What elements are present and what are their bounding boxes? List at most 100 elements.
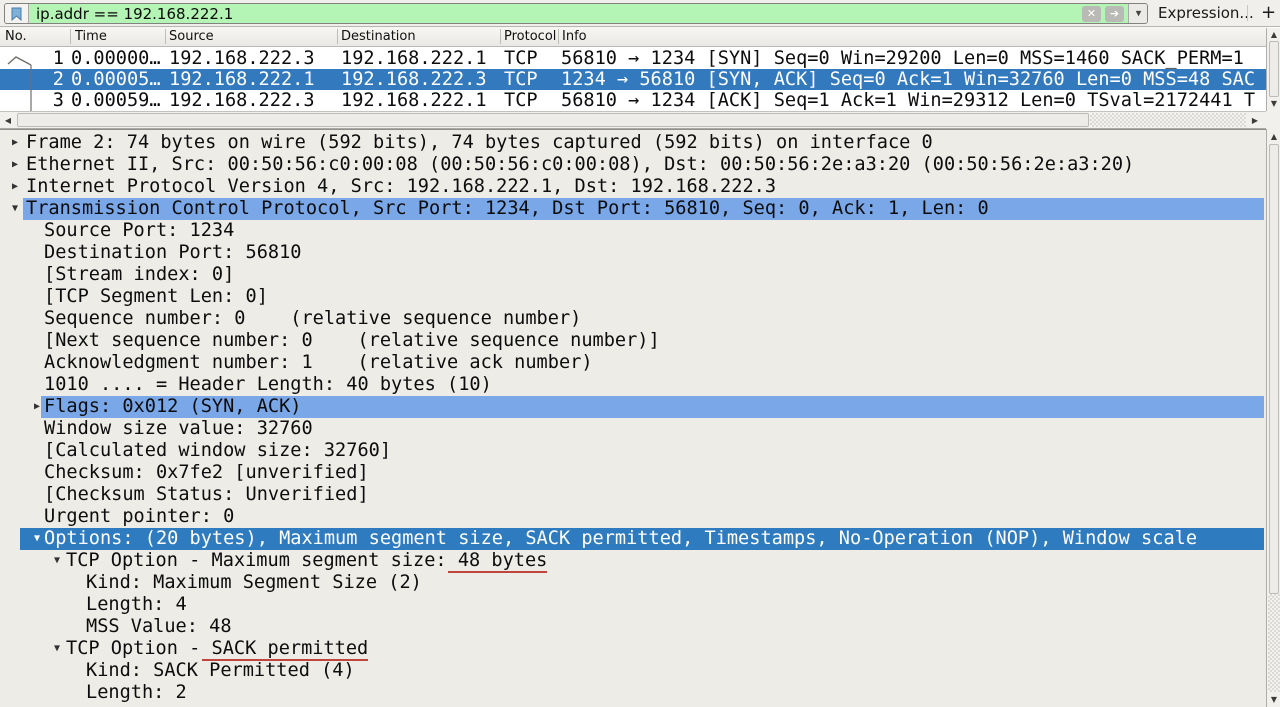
- detail-text: TCP Option - Maximum segment size: 48 by…: [66, 550, 547, 572]
- cell-info: 56810 → 1234 [SYN] Seq=0 Win=29200 Len=0…: [561, 48, 1244, 69]
- vscroll-thumb[interactable]: [1269, 144, 1279, 594]
- detail-line[interactable]: Checksum: 0x7fe2 [unverified]: [0, 462, 1266, 484]
- detail-line[interactable]: MSS Value: 48: [0, 616, 1266, 638]
- filter-history-dropdown[interactable]: ▼: [1128, 4, 1147, 23]
- detail-line[interactable]: [Stream index: 0]: [0, 264, 1266, 286]
- vscroll-trough[interactable]: [1268, 594, 1280, 692]
- scrollbar-corner: [1266, 111, 1280, 129]
- detail-line[interactable]: Kind: Maximum Segment Size (2): [0, 572, 1266, 594]
- packet-details-pane: ▶Frame 2: 74 bytes on wire (592 bits), 7…: [0, 129, 1266, 707]
- detail-line[interactable]: ▼Transmission Control Protocol, Src Port…: [0, 198, 1266, 220]
- packet-row[interactable]: 30.00059…192.168.222.3192.168.222.1TCP56…: [0, 90, 1266, 111]
- apply-arrow-icon: ➔: [1110, 8, 1119, 19]
- hscroll-thumb[interactable]: [17, 113, 1089, 127]
- packet-list-vscrollbar[interactable]: ▲ ▼: [1266, 28, 1280, 111]
- hscroll-trough[interactable]: [1090, 113, 1246, 127]
- detail-line[interactable]: Window size value: 32760: [0, 418, 1266, 440]
- cell-source: 192.168.222.3: [169, 90, 315, 111]
- detail-line[interactable]: ▶Flags: 0x012 (SYN, ACK): [0, 396, 1266, 418]
- detail-line[interactable]: Sequence number: 0 (relative sequence nu…: [0, 308, 1266, 330]
- detail-line[interactable]: 1010 .... = Header Length: 40 bytes (10): [0, 374, 1266, 396]
- display-filter-input[interactable]: ip.addr == 192.168.222.1: [29, 5, 1082, 23]
- cell-time: 0.00000…: [71, 48, 161, 69]
- filter-clear-button[interactable]: ✕: [1082, 6, 1101, 22]
- column-header-info[interactable]: Info: [562, 27, 587, 46]
- detail-line[interactable]: [Next sequence number: 0 (relative seque…: [0, 330, 1266, 352]
- cell-protocol: TCP: [504, 69, 538, 90]
- scroll-up-icon[interactable]: ▲: [1268, 130, 1280, 143]
- detail-text: Window size value: 32760: [44, 418, 313, 440]
- column-header-no[interactable]: No.: [5, 27, 27, 46]
- detail-text: Ethernet II, Src: 00:50:56:c0:00:08 (00:…: [26, 154, 1134, 176]
- detail-line[interactable]: ▶Internet Protocol Version 4, Src: 192.1…: [0, 176, 1266, 198]
- column-divider[interactable]: [500, 29, 501, 44]
- column-divider[interactable]: [165, 29, 166, 44]
- detail-line[interactable]: ▼TCP Option - SACK permitted: [0, 638, 1266, 660]
- detail-line[interactable]: Urgent pointer: 0: [0, 506, 1266, 528]
- scroll-left-icon[interactable]: ◀: [0, 112, 16, 128]
- details-vscrollbar[interactable]: ▲ ▼: [1266, 129, 1280, 707]
- detail-line[interactable]: ▶Ethernet II, Src: 00:50:56:c0:00:08 (00…: [0, 154, 1266, 176]
- scroll-right-icon[interactable]: ▶: [1247, 112, 1263, 128]
- detail-line[interactable]: Length: 4: [0, 594, 1266, 616]
- column-divider[interactable]: [337, 29, 338, 44]
- display-filter-combo[interactable]: ip.addr == 192.168.222.1 ✕ ➔ ▼: [4, 3, 1148, 24]
- expander-closed-icon[interactable]: ▶: [8, 132, 22, 154]
- detail-line[interactable]: Length: 2: [0, 682, 1266, 704]
- packet-row[interactable]: 10.00000…192.168.222.3192.168.222.1TCP56…: [0, 48, 1266, 69]
- detail-text: [Checksum Status: Unverified]: [44, 484, 369, 506]
- add-filter-button[interactable]: +: [1256, 0, 1280, 26]
- expander-open-icon[interactable]: ▼: [8, 198, 22, 220]
- detail-line[interactable]: [Checksum Status: Unverified]: [0, 484, 1266, 506]
- filter-bookmark-button[interactable]: [5, 4, 29, 23]
- bookmark-icon: [11, 7, 22, 21]
- expander-open-icon[interactable]: ▼: [50, 550, 64, 572]
- column-header-source[interactable]: Source: [169, 27, 214, 46]
- detail-text: [Calculated window size: 32760]: [44, 440, 391, 462]
- detail-text: TCP Option - SACK permitted: [66, 638, 368, 660]
- detail-text: [TCP Segment Len: 0]: [44, 286, 268, 308]
- cell-source: 192.168.222.1: [169, 69, 315, 90]
- detail-text: [Next sequence number: 0 (relative seque…: [44, 330, 660, 352]
- detail-line[interactable]: [TCP Segment Len: 0]: [0, 286, 1266, 308]
- packet-row[interactable]: 20.00005…192.168.222.1192.168.222.3TCP12…: [0, 69, 1266, 90]
- cell-info: 1234 → 56810 [SYN, ACK] Seq=0 Ack=1 Win=…: [561, 69, 1255, 90]
- detail-line[interactable]: Kind: SACK Permitted (4): [0, 660, 1266, 682]
- detail-text: Internet Protocol Version 4, Src: 192.16…: [26, 176, 776, 198]
- cell-destination: 192.168.222.1: [341, 90, 487, 111]
- scroll-down-icon[interactable]: ▼: [1268, 97, 1280, 110]
- detail-line[interactable]: Acknowledgment number: 1 (relative ack n…: [0, 352, 1266, 374]
- column-header-time[interactable]: Time: [75, 27, 107, 46]
- expander-open-icon[interactable]: ▼: [50, 638, 64, 660]
- column-divider[interactable]: [70, 29, 71, 44]
- column-header-destination[interactable]: Destination: [341, 27, 416, 46]
- detail-line[interactable]: ▼Options: (20 bytes), Maximum segment si…: [0, 528, 1266, 550]
- packet-list: 10.00000…192.168.222.3192.168.222.1TCP56…: [0, 48, 1266, 111]
- linked-field[interactable]: SACK permitted: [202, 638, 369, 661]
- detail-line[interactable]: ▶Frame 2: 74 bytes on wire (592 bits), 7…: [0, 132, 1266, 154]
- vscroll-thumb[interactable]: [1269, 41, 1279, 97]
- cell-no: 3: [0, 90, 64, 111]
- detail-text: Urgent pointer: 0: [44, 506, 234, 528]
- scroll-down-icon[interactable]: ▼: [1268, 692, 1280, 706]
- scroll-up-icon[interactable]: ▲: [1268, 28, 1280, 41]
- detail-line[interactable]: Destination Port: 56810: [0, 242, 1266, 264]
- detail-text: [Stream index: 0]: [44, 264, 234, 286]
- expander-closed-icon[interactable]: ▶: [8, 176, 22, 198]
- detail-line[interactable]: [Calculated window size: 32760]: [0, 440, 1266, 462]
- cell-destination: 192.168.222.1: [341, 48, 487, 69]
- expression-button[interactable]: Expression...: [1158, 0, 1254, 26]
- column-divider[interactable]: [558, 29, 559, 44]
- detail-text: Length: 2: [86, 682, 187, 704]
- detail-text: MSS Value: 48: [86, 616, 232, 638]
- filter-apply-button[interactable]: ➔: [1105, 6, 1124, 22]
- detail-line[interactable]: ▼TCP Option - Maximum segment size: 48 b…: [0, 550, 1266, 572]
- cell-destination: 192.168.222.3: [341, 69, 487, 90]
- expander-closed-icon[interactable]: ▶: [30, 396, 44, 418]
- horizontal-scrollbar[interactable]: ◀ ▶: [0, 111, 1266, 129]
- expander-open-icon[interactable]: ▼: [30, 528, 44, 550]
- detail-line[interactable]: Source Port: 1234: [0, 220, 1266, 242]
- column-header-protocol[interactable]: Protocol: [504, 27, 556, 46]
- expander-closed-icon[interactable]: ▶: [8, 154, 22, 176]
- linked-field[interactable]: 48 bytes: [448, 550, 548, 573]
